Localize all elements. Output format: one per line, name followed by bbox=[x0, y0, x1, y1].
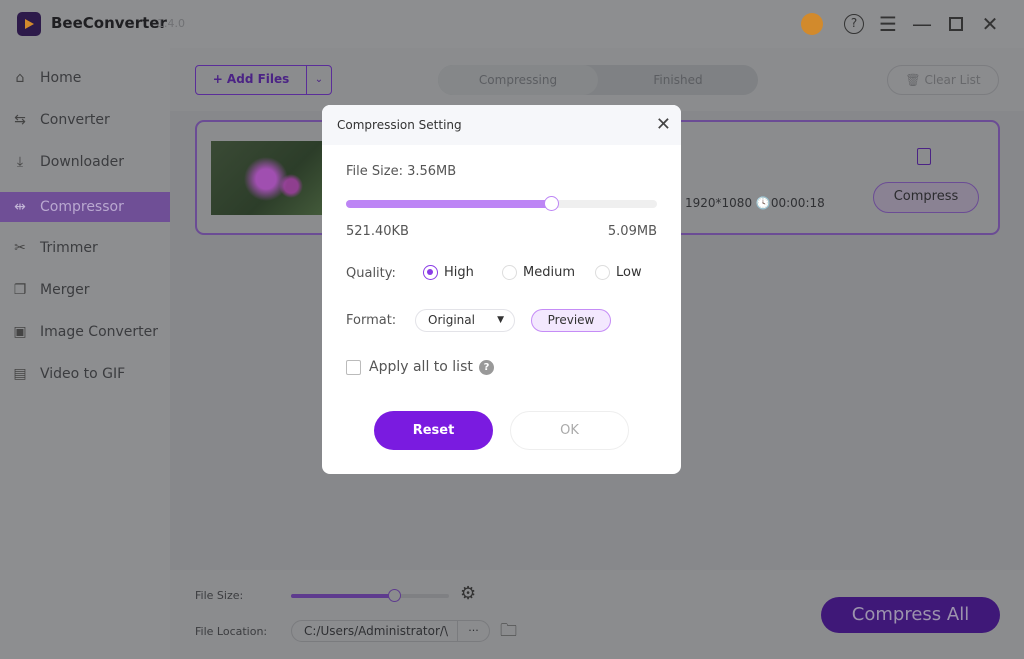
sidebar-item-label: Image Converter bbox=[40, 324, 159, 340]
file-size-slider[interactable] bbox=[291, 589, 449, 602]
compress-button[interactable]: Compress bbox=[873, 182, 979, 213]
sidebar-item-label: Converter bbox=[40, 112, 110, 128]
sidebar-item-label: Video to GIF bbox=[40, 366, 126, 382]
sidebar-item-image-converter[interactable]: ▣ Image Converter bbox=[0, 317, 170, 347]
caret-down-icon: ▼ bbox=[497, 315, 504, 325]
help-icon[interactable]: ? bbox=[479, 360, 494, 375]
sidebar: ⌂ Home ⇆ Converter ⤓ Downloader ⇹ Compressor… bbox=[0, 48, 170, 659]
sidebar-item-label: Trimmer bbox=[40, 240, 98, 256]
add-files-button[interactable]: + Add Files bbox=[196, 66, 307, 94]
file-location-label: File Location: bbox=[195, 625, 268, 638]
tab-compressing[interactable]: Compressing bbox=[438, 65, 598, 95]
sidebar-item-converter[interactable]: ⇆ Converter bbox=[0, 105, 170, 135]
home-icon: ⌂ bbox=[15, 70, 25, 86]
bottom-bar: File Size: ⚙ File Location: C:/Users/Adm… bbox=[170, 570, 1024, 659]
tab-finished[interactable]: Finished bbox=[598, 65, 758, 95]
duration: 00:00:18 bbox=[770, 196, 825, 210]
format-label: Format: bbox=[346, 313, 397, 328]
sidebar-item-trimmer[interactable]: ✂ Trimmer bbox=[0, 233, 170, 263]
sidebar-item-label: Home bbox=[40, 70, 82, 86]
title-bar: BeeConverter 1.4.0 ? ☰ — ✕ bbox=[0, 0, 1024, 48]
app-name: BeeConverter bbox=[51, 14, 167, 32]
quality-radio-medium[interactable]: Medium bbox=[502, 265, 575, 280]
gif-icon: ▤ bbox=[13, 366, 27, 382]
sidebar-item-merger[interactable]: ❐ Merger bbox=[0, 275, 170, 305]
close-icon[interactable]: ✕ bbox=[978, 12, 1002, 36]
file-location-input[interactable]: C:/Users/Administrator/\ ··· bbox=[291, 620, 490, 642]
file-meta: 1920*1080 🕓00:00:18 bbox=[685, 196, 825, 210]
apply-all-label: Apply all to list bbox=[369, 359, 473, 375]
quality-radio-low[interactable]: Low bbox=[595, 265, 642, 280]
radio-label: High bbox=[444, 265, 474, 280]
minimize-icon[interactable]: — bbox=[910, 12, 934, 36]
format-select[interactable]: Original ▼ bbox=[415, 309, 515, 332]
convert-arrows-icon: ⇆ bbox=[14, 112, 26, 128]
sidebar-item-compressor[interactable]: ⇹ Compressor bbox=[0, 192, 170, 222]
file-size-value: File Size: 3.56MB bbox=[346, 164, 457, 179]
apply-all-checkbox[interactable] bbox=[346, 360, 361, 375]
slider-max-label: 5.09MB bbox=[607, 224, 657, 239]
status-tabs: Compressing Finished bbox=[438, 65, 758, 95]
user-avatar-icon[interactable] bbox=[800, 12, 824, 36]
menu-icon[interactable]: ☰ bbox=[876, 12, 900, 36]
sidebar-item-label: Merger bbox=[40, 282, 90, 298]
clock-icon: 🕓 bbox=[755, 196, 771, 210]
add-files-button-group: + Add Files ⌄ bbox=[195, 65, 332, 95]
clear-list-label: Clear List bbox=[924, 73, 981, 87]
file-size-label: File Size: bbox=[195, 589, 244, 602]
sidebar-item-label: Compressor bbox=[40, 199, 124, 215]
radio-unchecked bbox=[595, 265, 610, 280]
sidebar-item-video-to-gif[interactable]: ▤ Video to GIF bbox=[0, 359, 170, 389]
dialog-header: Compression Setting ✕ bbox=[322, 105, 681, 145]
image-icon: ▣ bbox=[13, 324, 27, 340]
settings-document-icon[interactable] bbox=[917, 148, 931, 165]
radio-label: Low bbox=[616, 265, 642, 280]
radio-checked bbox=[423, 265, 438, 280]
slider-min-label: 521.40KB bbox=[346, 224, 409, 239]
toolbar: + Add Files ⌄ Compressing Finished 🗑 Cle… bbox=[170, 48, 1024, 111]
sidebar-item-downloader[interactable]: ⤓ Downloader bbox=[0, 147, 170, 177]
compress-icon: ⇹ bbox=[14, 199, 26, 215]
scissors-icon: ✂ bbox=[14, 240, 26, 256]
reset-button[interactable]: Reset bbox=[374, 411, 493, 450]
help-icon[interactable]: ? bbox=[842, 12, 866, 36]
chevron-down-icon[interactable]: ⌄ bbox=[307, 66, 331, 94]
gear-icon[interactable]: ⚙ bbox=[460, 583, 476, 604]
app-logo bbox=[17, 12, 41, 36]
merge-icon: ❐ bbox=[13, 282, 27, 298]
trash-icon: 🗑 bbox=[905, 73, 921, 87]
download-icon: ⤓ bbox=[16, 154, 24, 170]
close-icon[interactable]: ✕ bbox=[656, 105, 671, 145]
video-thumbnail bbox=[211, 141, 323, 215]
folder-icon[interactable]: 🗀 bbox=[500, 618, 517, 647]
file-size-slider[interactable] bbox=[346, 196, 657, 211]
format-value: Original bbox=[428, 313, 475, 327]
maximize-icon[interactable] bbox=[944, 12, 968, 36]
browse-more-button[interactable]: ··· bbox=[457, 621, 489, 641]
radio-label: Medium bbox=[523, 265, 575, 280]
sidebar-item-label: Downloader bbox=[40, 154, 124, 170]
dialog-title: Compression Setting bbox=[337, 118, 462, 132]
compress-all-button[interactable]: Compress All bbox=[821, 597, 1000, 633]
compression-setting-dialog: Compression Setting ✕ File Size: 3.56MB 5… bbox=[322, 105, 681, 474]
quality-radio-high[interactable]: High bbox=[423, 265, 474, 280]
preview-button[interactable]: Preview bbox=[531, 309, 611, 332]
resolution: 1920*1080 bbox=[685, 196, 753, 210]
radio-unchecked bbox=[502, 265, 517, 280]
ok-button[interactable]: OK bbox=[510, 411, 629, 450]
clear-list-button[interactable]: 🗑 Clear List bbox=[887, 65, 999, 95]
sidebar-item-home[interactable]: ⌂ Home bbox=[0, 63, 170, 93]
app-version: 1.4.0 bbox=[157, 17, 185, 30]
quality-label: Quality: bbox=[346, 266, 396, 281]
file-location-value: C:/Users/Administrator/\ bbox=[304, 624, 448, 638]
